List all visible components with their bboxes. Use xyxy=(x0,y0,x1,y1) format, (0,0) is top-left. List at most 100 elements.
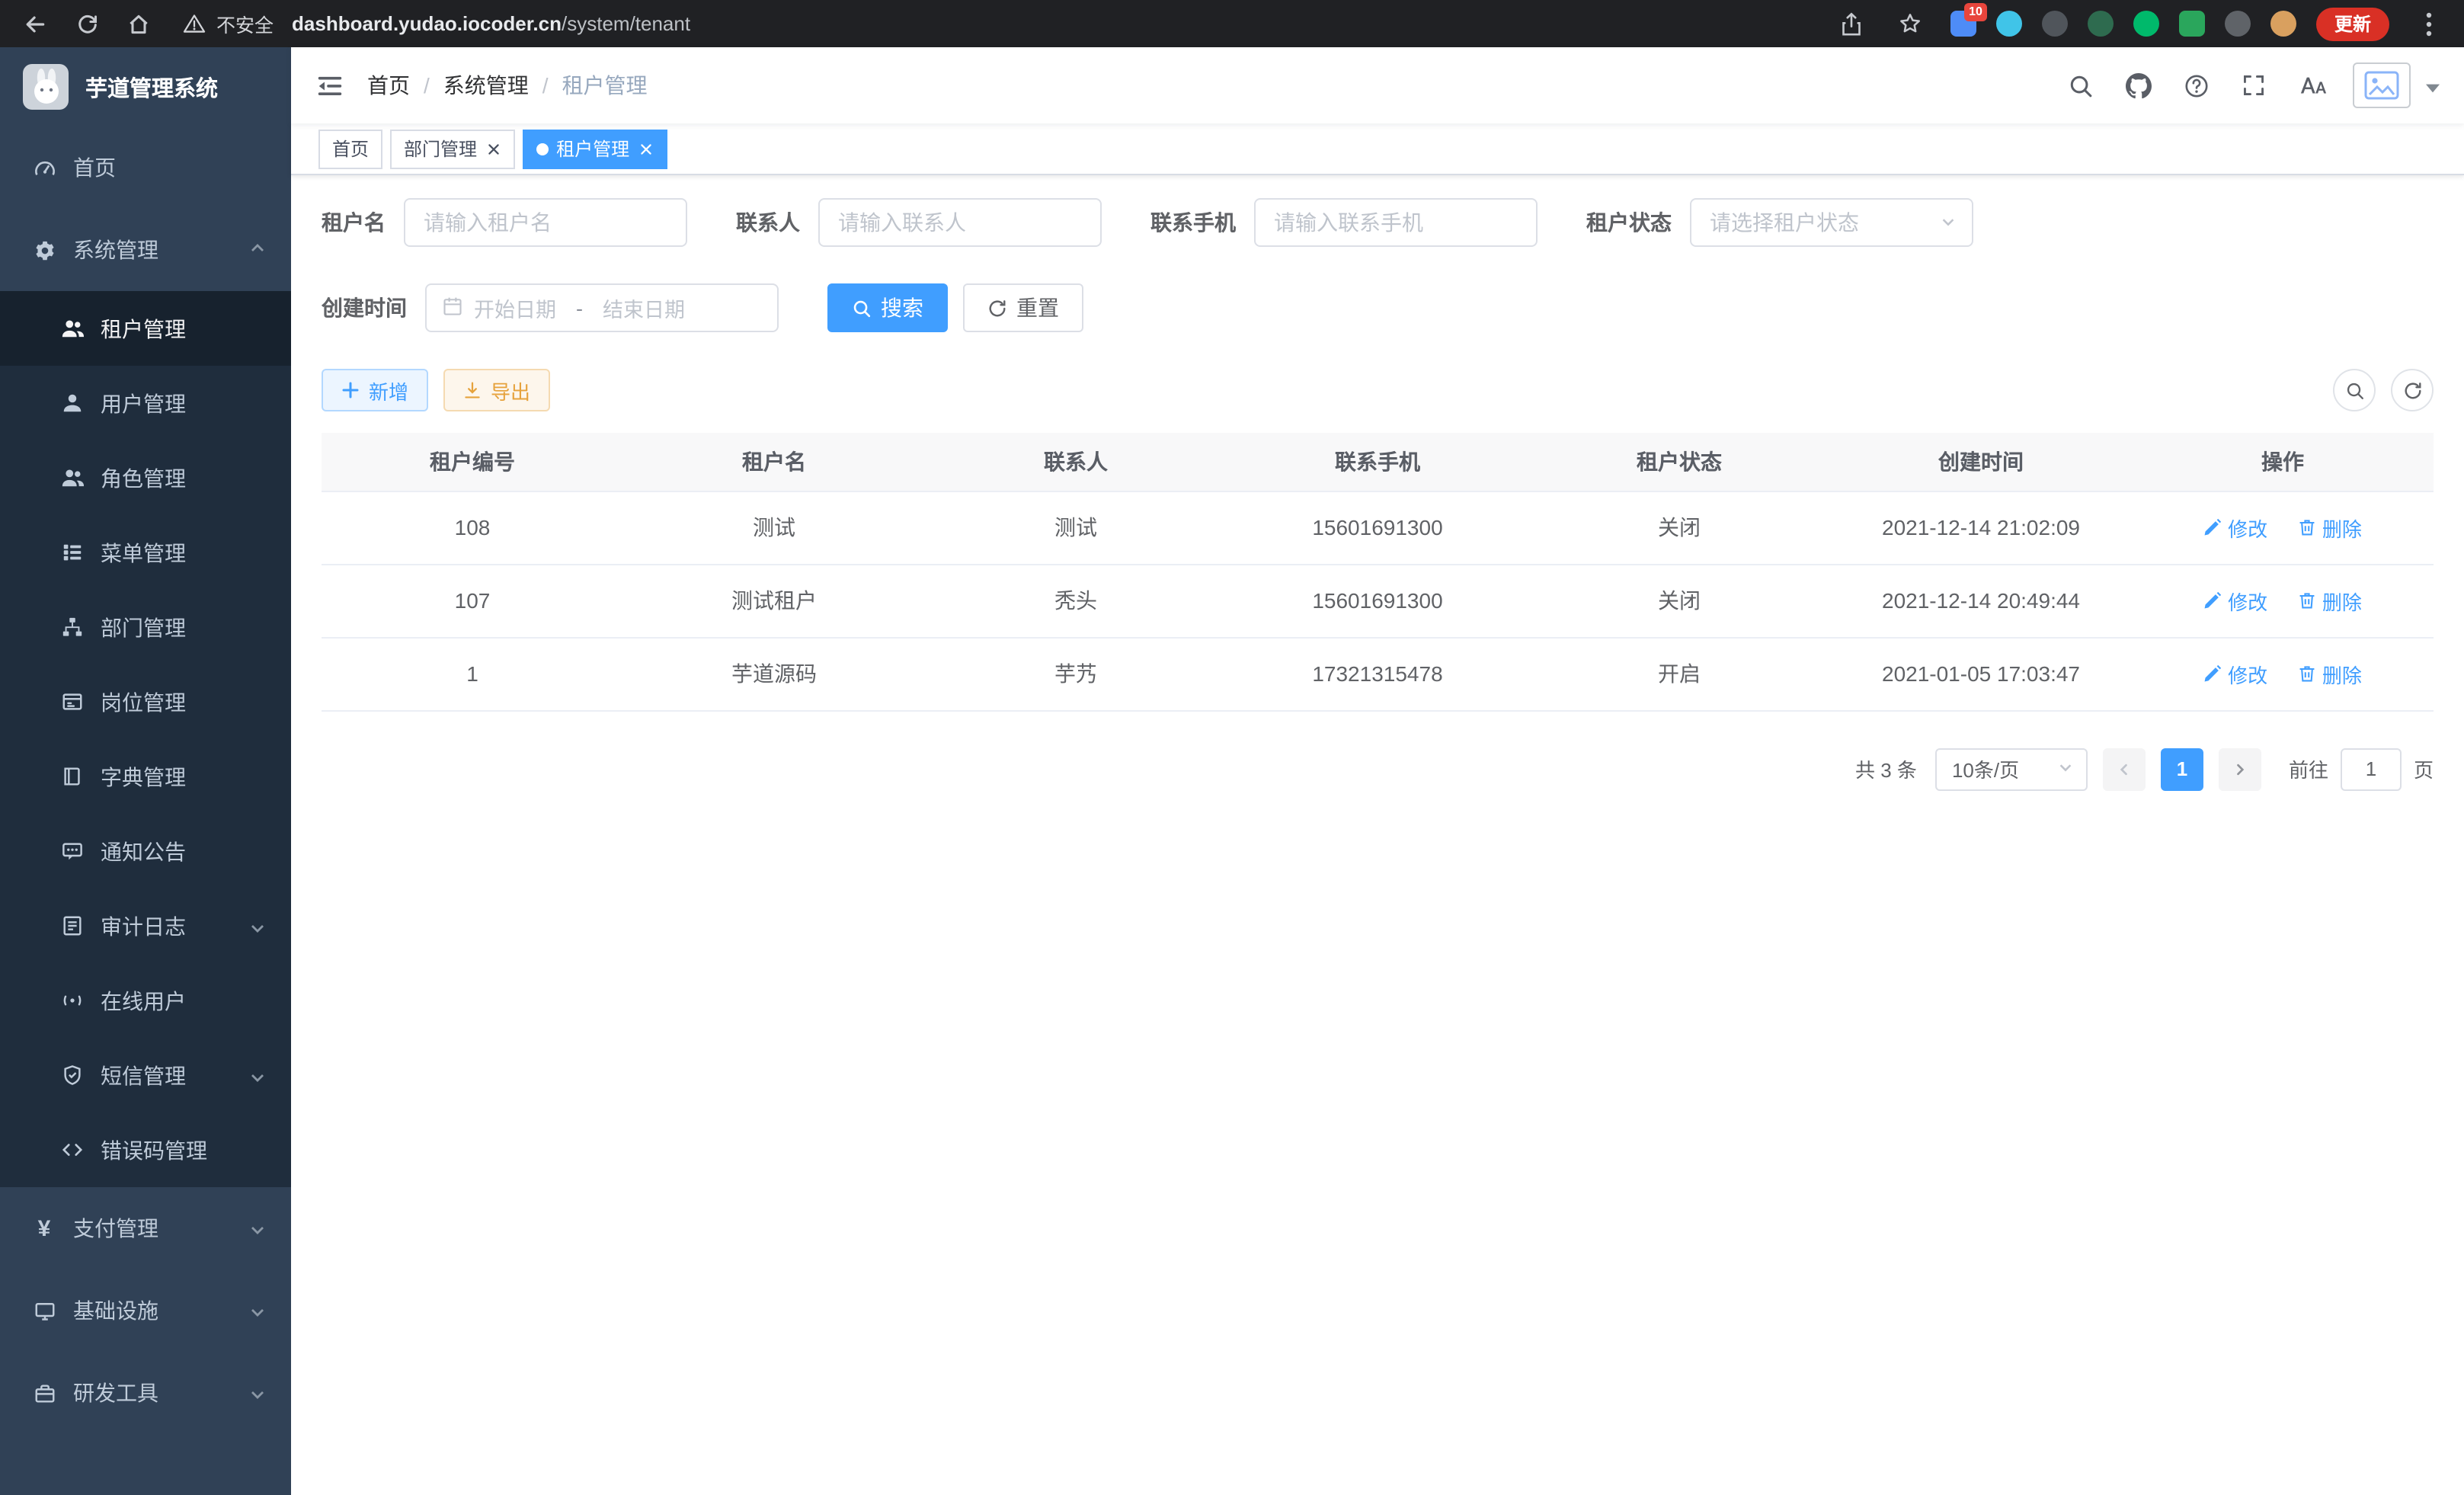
sidebar-item-dict-management[interactable]: 字典管理 xyxy=(0,739,291,814)
caret-down-icon[interactable] xyxy=(2426,73,2440,101)
browser-menu-icon[interactable] xyxy=(2409,4,2449,43)
search-icon[interactable] xyxy=(2063,69,2097,102)
sidebar-item-online-users[interactable]: 在线用户 xyxy=(0,963,291,1038)
sidebar-collapse-icon[interactable] xyxy=(291,47,367,123)
sidebar-item-tenant-management[interactable]: 租户管理 xyxy=(0,291,291,366)
search-button[interactable]: 搜索 xyxy=(827,283,948,332)
sidebar-item-user-management[interactable]: 用户管理 xyxy=(0,366,291,440)
tenant-name-input[interactable] xyxy=(404,198,687,247)
sidebar-item-dev-tools[interactable]: 研发工具 xyxy=(0,1352,291,1434)
tenant-page: 租户名 联系人 联系手机 租户状态 请选择租户状态 xyxy=(291,175,2464,1495)
sidebar-item-payment-management[interactable]: ¥ 支付管理 xyxy=(0,1187,291,1269)
sidebar-item-post-management[interactable]: 岗位管理 xyxy=(0,664,291,739)
status-select[interactable]: 请选择租户状态 xyxy=(1690,198,1973,247)
breadcrumb-current: 租户管理 xyxy=(562,70,648,101)
page-size-select[interactable]: 10条/页 xyxy=(1935,748,2088,790)
chevron-down-icon xyxy=(248,1301,267,1320)
next-page-button[interactable] xyxy=(2219,748,2261,790)
total-count: 共 3 条 xyxy=(1855,754,1917,783)
avatar[interactable] xyxy=(2353,62,2411,108)
reset-button[interactable]: 重置 xyxy=(963,283,1083,332)
page-number-button[interactable]: 1 xyxy=(2161,748,2203,790)
date-range-picker[interactable]: 开始日期 - 结束日期 xyxy=(425,283,779,332)
gear-icon xyxy=(32,238,56,262)
tab-dept-management[interactable]: 部门管理 xyxy=(390,129,515,168)
logo-avatar xyxy=(23,64,69,110)
fullscreen-icon[interactable] xyxy=(2237,69,2270,102)
sidebar-item-audit-log[interactable]: 审计日志 xyxy=(0,888,291,963)
yen-icon: ¥ xyxy=(32,1216,56,1240)
close-icon[interactable] xyxy=(637,140,654,157)
extension-icon-1[interactable]: 10 xyxy=(1950,11,1976,37)
extension-icon-7[interactable] xyxy=(2225,11,2251,37)
tab-home[interactable]: 首页 xyxy=(318,129,382,168)
extension-badge: 10 xyxy=(1964,3,1987,21)
add-button[interactable]: 新增 xyxy=(322,369,428,411)
page-suffix-label: 页 xyxy=(2414,754,2434,783)
export-button[interactable]: 导出 xyxy=(443,369,550,411)
extension-icon-5[interactable] xyxy=(2133,11,2159,37)
browser-update-button[interactable]: 更新 xyxy=(2316,7,2389,40)
status-text: 关闭 xyxy=(1528,491,1830,564)
sidebar-item-menu-management[interactable]: 菜单管理 xyxy=(0,515,291,590)
font-size-icon[interactable] xyxy=(2295,69,2328,102)
table-toolbar: 新增 导出 xyxy=(322,369,2434,411)
book-icon xyxy=(59,764,84,789)
sidebar-item-sms-management[interactable]: 短信管理 xyxy=(0,1038,291,1112)
mobile-input[interactable] xyxy=(1254,198,1538,247)
prev-page-button[interactable] xyxy=(2103,748,2146,790)
goto-page-input[interactable] xyxy=(2341,748,2402,790)
tenant-table: 租户编号 租户名 联系人 联系手机 租户状态 创建时间 操作 108 测试 xyxy=(322,433,2434,711)
chevron-down-icon xyxy=(1940,210,1957,235)
sidebar-item-infrastructure[interactable]: 基础设施 xyxy=(0,1269,291,1352)
home-icon[interactable] xyxy=(119,4,158,43)
help-icon[interactable] xyxy=(2179,69,2213,102)
extension-icon-3[interactable] xyxy=(2042,11,2068,37)
delete-button[interactable]: 删除 xyxy=(2298,586,2362,615)
sidebar-item-notice[interactable]: 通知公告 xyxy=(0,814,291,888)
sidebar-item-system-management[interactable]: 系统管理 xyxy=(0,209,291,291)
contact-input[interactable] xyxy=(818,198,1102,247)
breadcrumb-system[interactable]: 系统管理 xyxy=(443,70,529,101)
address-bar[interactable]: dashboard.yudao.iocoder.cn/system/tenant xyxy=(292,12,690,35)
browser-chrome: 不安全 dashboard.yudao.iocoder.cn/system/te… xyxy=(0,0,2464,47)
tab-tenant-management[interactable]: 租户管理 xyxy=(523,129,667,168)
extension-icon-6[interactable] xyxy=(2179,11,2205,37)
dashboard-icon xyxy=(32,155,56,180)
active-tab-dot xyxy=(536,142,549,155)
sidebar-menu: 首页 系统管理 租户管理 xyxy=(0,126,291,1495)
delete-button[interactable]: 删除 xyxy=(2298,659,2362,688)
extension-icon-4[interactable] xyxy=(2088,11,2114,37)
monitor-icon xyxy=(32,1298,56,1323)
delete-button[interactable]: 删除 xyxy=(2298,513,2362,542)
sidebar-item-home[interactable]: 首页 xyxy=(0,126,291,209)
table-row: 1 芋道源码 芋艿 17321315478 开启 2021-01-05 17:0… xyxy=(322,637,2434,710)
breadcrumb-home[interactable]: 首页 xyxy=(367,70,410,101)
edit-button[interactable]: 修改 xyxy=(2203,513,2267,542)
url-domain: dashboard.yudao.iocoder.cn xyxy=(292,12,562,35)
close-icon[interactable] xyxy=(485,140,501,157)
sidebar-item-error-code-management[interactable]: 错误码管理 xyxy=(0,1112,291,1187)
edit-button[interactable]: 修改 xyxy=(2203,586,2267,615)
tenant-name-label: 租户名 xyxy=(322,207,386,238)
github-icon[interactable] xyxy=(2121,69,2155,102)
table-header-row: 租户编号 租户名 联系人 联系手机 租户状态 创建时间 操作 xyxy=(322,433,2434,491)
refresh-icon[interactable] xyxy=(2391,369,2434,411)
edit-button[interactable]: 修改 xyxy=(2203,659,2267,688)
share-icon[interactable] xyxy=(1832,4,1871,43)
toggle-search-icon[interactable] xyxy=(2333,369,2376,411)
browser-window: 不安全 dashboard.yudao.iocoder.cn/system/te… xyxy=(0,0,2464,1495)
app-header: 首页 / 系统管理 / 租户管理 xyxy=(291,47,2464,123)
extension-icon-8[interactable] xyxy=(2270,11,2296,37)
date-start-placeholder: 开始日期 xyxy=(474,293,556,323)
bookmark-star-icon[interactable] xyxy=(1891,4,1931,43)
sidebar-item-dept-management[interactable]: 部门管理 xyxy=(0,590,291,664)
app-logo[interactable]: 芋道管理系统 xyxy=(0,47,291,126)
reload-icon[interactable] xyxy=(67,4,107,43)
site-security[interactable]: 不安全 xyxy=(183,9,274,38)
back-icon[interactable] xyxy=(15,4,55,43)
table-row: 108 测试 测试 15601691300 关闭 2021-12-14 21:0… xyxy=(322,491,2434,564)
sidebar-item-role-management[interactable]: 角色管理 xyxy=(0,440,291,515)
table-row: 107 测试租户 秃头 15601691300 关闭 2021-12-14 20… xyxy=(322,564,2434,637)
extension-icon-2[interactable] xyxy=(1996,11,2022,37)
